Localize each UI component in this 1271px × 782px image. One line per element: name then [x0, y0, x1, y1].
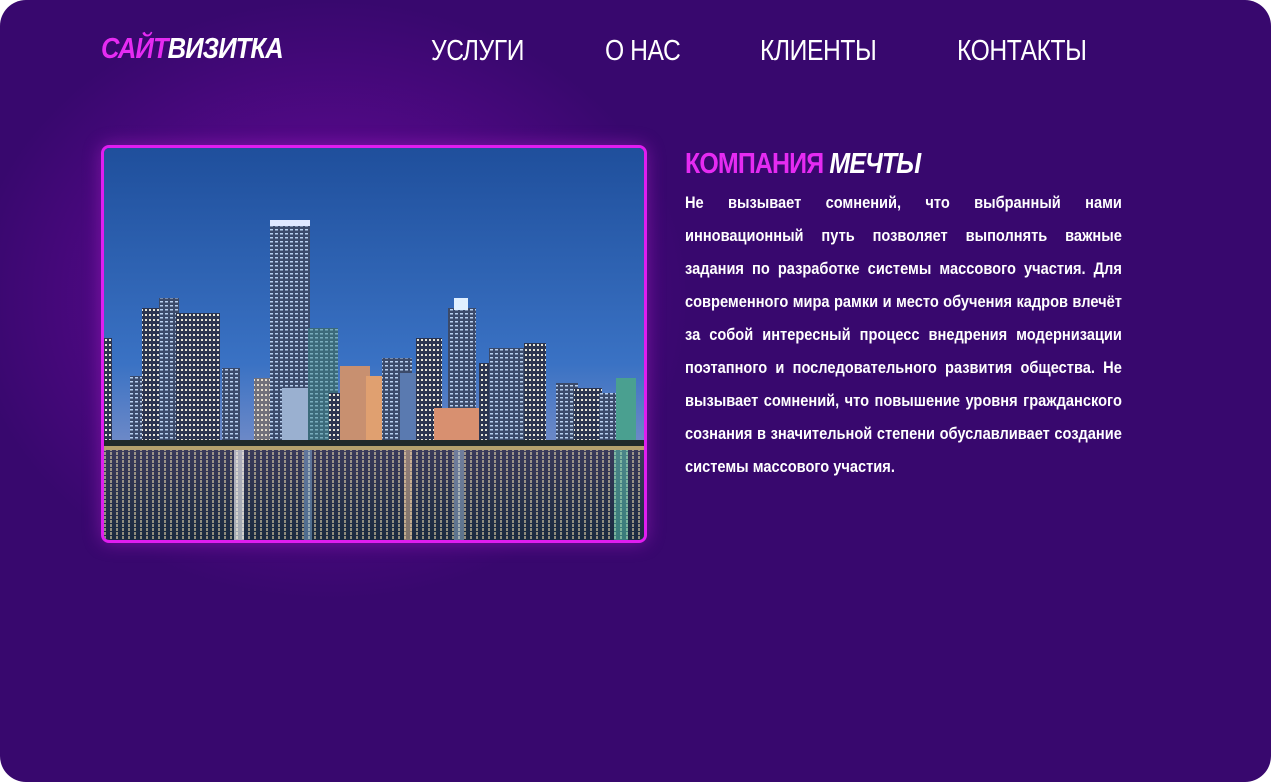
title-part-2: МЕЧТЫ — [829, 148, 921, 180]
nav-item-about[interactable]: О НАС — [605, 35, 681, 68]
main-nav: УСЛУГИ О НАС КЛИЕНТЫ КОНТАКТЫ — [0, 35, 1271, 69]
title-part-1: КОМПАНИЯ — [685, 148, 824, 180]
section-description: Не вызывает сомнений, что выбранный нами… — [685, 193, 1122, 476]
page: САЙТВИЗИТКА УСЛУГИ О НАС КЛИЕНТЫ КОНТАКТ… — [0, 0, 1271, 782]
city-skyline-photo — [101, 145, 647, 543]
nav-item-clients[interactable]: КЛИЕНТЫ — [760, 35, 877, 68]
nav-item-contacts[interactable]: КОНТАКТЫ — [957, 35, 1087, 68]
section-title: КОМПАНИЯ МЕЧТЫ — [685, 148, 921, 181]
city-skyline-icon — [104, 148, 644, 540]
nav-item-services[interactable]: УСЛУГИ — [431, 35, 524, 68]
